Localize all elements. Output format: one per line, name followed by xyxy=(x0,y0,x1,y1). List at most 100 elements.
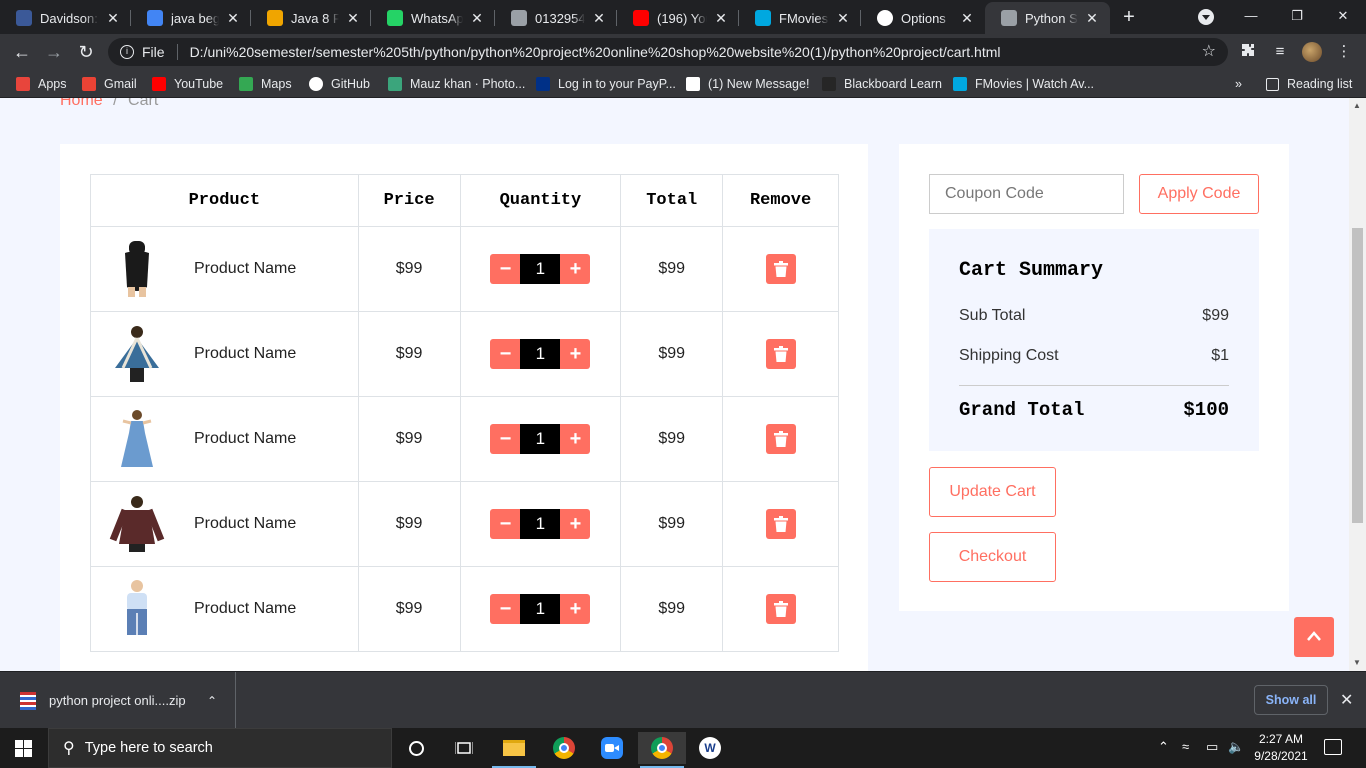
app-w-icon[interactable]: W xyxy=(686,732,734,764)
remove-item-button[interactable] xyxy=(765,594,796,624)
browser-tab[interactable]: (196) YouT ✕ xyxy=(617,2,739,34)
quantity-input[interactable]: 1 xyxy=(520,509,561,539)
new-tab-button[interactable]: + xyxy=(1118,6,1140,28)
browser-tab[interactable]: Options ✕ xyxy=(861,2,985,34)
bookmark-item[interactable]: Gmail xyxy=(82,75,137,93)
product-thumbnail[interactable] xyxy=(107,579,167,639)
remove-item-button[interactable] xyxy=(765,424,796,454)
browser-tab[interactable]: Davidson: ✕ xyxy=(0,2,131,34)
browser-tab[interactable]: FMovies | V ✕ xyxy=(739,2,861,34)
decrease-quantity-button[interactable]: − xyxy=(490,424,521,454)
show-all-button[interactable]: Show all xyxy=(1254,685,1328,715)
coupon-code-input[interactable]: Coupon Code xyxy=(929,174,1124,214)
back-to-top-button[interactable] xyxy=(1294,617,1334,657)
windows-start-icon[interactable] xyxy=(15,740,32,757)
minimize-icon[interactable]: — xyxy=(1228,0,1274,32)
chrome-icon[interactable] xyxy=(540,732,588,764)
quantity-input[interactable]: 1 xyxy=(520,339,561,369)
bookmark-item[interactable]: FMovies | Watch Av... xyxy=(953,75,1094,93)
tray-overflow-chevron-icon[interactable]: ⌃ xyxy=(1158,739,1169,755)
remove-item-button[interactable] xyxy=(765,254,796,284)
product-name[interactable]: Product Name xyxy=(194,430,296,448)
update-cart-button[interactable]: Update Cart xyxy=(929,467,1056,517)
bookmark-item[interactable]: GitHub xyxy=(309,75,370,93)
scroll-down-arrow-icon[interactable]: ▼ xyxy=(1353,658,1361,667)
address-bar[interactable]: i File D:/uni%20semester/semester%205th/… xyxy=(108,38,1228,66)
bookmark-star-icon[interactable]: ☆ xyxy=(1202,41,1216,61)
scrollbar-thumb[interactable] xyxy=(1352,228,1363,523)
notifications-icon[interactable] xyxy=(1324,739,1342,755)
page-scrollbar[interactable]: ▲ ▼ xyxy=(1349,98,1366,671)
close-tab-icon[interactable]: ✕ xyxy=(713,10,729,27)
more-bookmarks-chevron-icon[interactable]: » xyxy=(1235,75,1242,93)
bookmark-item[interactable]: Maps xyxy=(239,75,292,93)
chrome-profile-icon[interactable] xyxy=(638,732,686,768)
close-tab-icon[interactable]: ✕ xyxy=(1084,10,1100,27)
product-name[interactable]: Product Name xyxy=(194,345,296,363)
profile-avatar[interactable] xyxy=(1302,42,1322,62)
cortana-icon[interactable] xyxy=(392,732,440,764)
increase-quantity-button[interactable]: + xyxy=(560,509,591,539)
close-tab-icon[interactable]: ✕ xyxy=(591,10,607,27)
quantity-input[interactable]: 1 xyxy=(520,254,561,284)
bookmark-item[interactable]: Mauz khan · Photo... xyxy=(388,75,525,93)
remove-item-button[interactable] xyxy=(765,339,796,369)
close-window-icon[interactable]: ✕ xyxy=(1320,0,1366,32)
remove-item-button[interactable] xyxy=(765,509,796,539)
decrease-quantity-button[interactable]: − xyxy=(490,254,521,284)
product-thumbnail[interactable] xyxy=(107,409,167,469)
product-name[interactable]: Product Name xyxy=(194,600,296,618)
close-tab-icon[interactable]: ✕ xyxy=(959,10,975,27)
close-tab-icon[interactable]: ✕ xyxy=(835,10,851,27)
taskbar-clock[interactable]: 2:27 AM 9/28/2021 xyxy=(1250,731,1312,765)
decrease-quantity-button[interactable]: − xyxy=(490,339,521,369)
site-info-icon[interactable]: i xyxy=(120,45,134,59)
product-thumbnail[interactable] xyxy=(107,324,167,384)
browser-tab[interactable]: Java 8 Fun ✕ xyxy=(251,2,371,34)
url-text[interactable]: D:/uni%20semester/semester%205th/python/… xyxy=(190,44,1001,60)
increase-quantity-button[interactable]: + xyxy=(560,594,591,624)
product-name[interactable]: Product Name xyxy=(194,515,296,533)
close-shelf-icon[interactable]: ✕ xyxy=(1340,690,1353,710)
checkout-button[interactable]: Checkout xyxy=(929,532,1056,582)
bookmark-item[interactable]: Blackboard Learn xyxy=(822,75,942,93)
bookmark-item[interactable]: (1) New Message! xyxy=(686,75,809,93)
battery-icon[interactable]: ▭ xyxy=(1206,739,1218,755)
reading-list-button[interactable]: Reading list xyxy=(1266,75,1352,93)
decrease-quantity-button[interactable]: − xyxy=(490,594,521,624)
bookmark-item[interactable]: YouTube xyxy=(152,75,223,93)
chevron-up-icon[interactable]: ⌃ xyxy=(207,694,217,708)
volume-icon[interactable]: 🔈 xyxy=(1228,739,1244,755)
bookmark-item[interactable]: Apps xyxy=(16,75,67,93)
zoom-icon[interactable] xyxy=(588,732,636,764)
browser-tab[interactable]: 013295452 ✕ xyxy=(495,2,617,34)
scroll-up-arrow-icon[interactable]: ▲ xyxy=(1353,101,1361,110)
close-tab-icon[interactable]: ✕ xyxy=(105,10,121,27)
file-explorer-icon[interactable] xyxy=(490,732,538,768)
wifi-icon[interactable]: ≈ xyxy=(1182,739,1189,754)
close-tab-icon[interactable]: ✕ xyxy=(345,10,361,27)
quantity-input[interactable]: 1 xyxy=(520,594,561,624)
restore-icon[interactable]: ❐ xyxy=(1274,0,1320,32)
download-item[interactable]: python project onli....zip ⌃ xyxy=(0,672,236,729)
product-name[interactable]: Product Name xyxy=(194,260,296,278)
close-tab-icon[interactable]: ✕ xyxy=(469,10,485,27)
bookmark-item[interactable]: Log in to your PayP... xyxy=(536,75,676,93)
task-view-icon[interactable] xyxy=(440,732,488,764)
apply-code-button[interactable]: Apply Code xyxy=(1139,174,1259,214)
product-thumbnail[interactable] xyxy=(107,239,167,299)
browser-tab[interactable]: WhatsApp ✕ xyxy=(371,2,495,34)
browser-tab[interactable]: java beginner ✕ xyxy=(131,2,251,34)
increase-quantity-button[interactable]: + xyxy=(560,424,591,454)
product-thumbnail[interactable] xyxy=(107,494,167,554)
close-tab-icon[interactable]: ✕ xyxy=(225,10,241,27)
back-icon[interactable]: ← xyxy=(10,40,34,64)
increase-quantity-button[interactable]: + xyxy=(560,254,591,284)
media-control-icon[interactable]: ≡ xyxy=(1270,42,1290,62)
extensions-puzzle-icon[interactable] xyxy=(1238,42,1258,62)
breadcrumb-home-link[interactable]: Home xyxy=(60,98,103,109)
increase-quantity-button[interactable]: + xyxy=(560,339,591,369)
reload-icon[interactable]: ↻ xyxy=(74,40,98,64)
decrease-quantity-button[interactable]: − xyxy=(490,509,521,539)
tab-search-icon[interactable] xyxy=(1198,9,1214,25)
